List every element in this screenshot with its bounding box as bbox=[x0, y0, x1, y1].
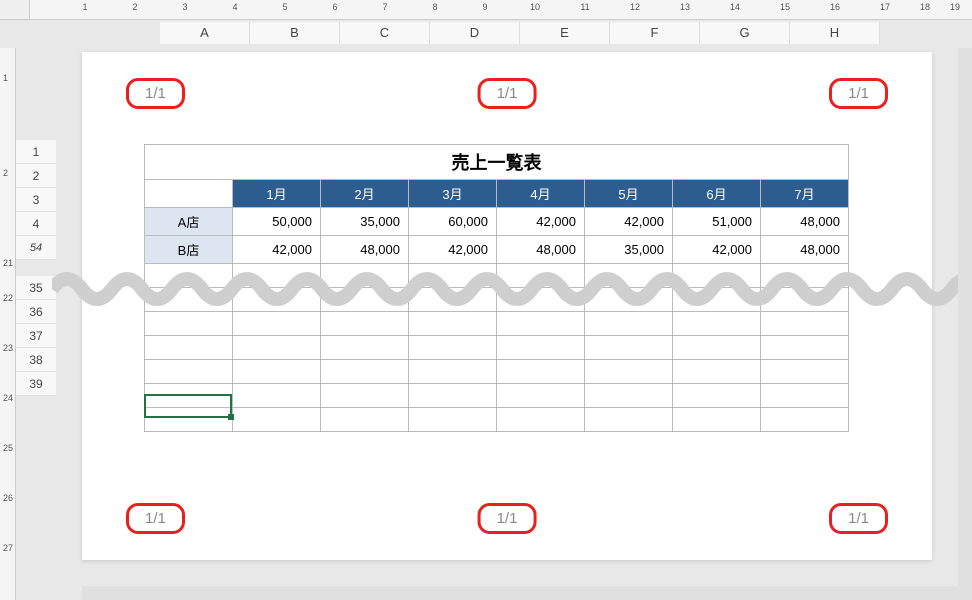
month-header[interactable]: 2月 bbox=[321, 180, 409, 208]
cell[interactable]: 48,000 bbox=[497, 236, 585, 264]
month-header[interactable]: 3月 bbox=[409, 180, 497, 208]
cell[interactable]: 50,000 bbox=[233, 208, 321, 236]
row-header[interactable]: 39 bbox=[16, 372, 56, 396]
cell[interactable]: 48,000 bbox=[321, 236, 409, 264]
vertical-ruler: 1 2 21 22 23 24 25 26 27 bbox=[0, 48, 16, 600]
month-header[interactable]: 7月 bbox=[761, 180, 849, 208]
ruler-tick: 3 bbox=[182, 2, 187, 12]
ruler-vtick: 21 bbox=[3, 258, 13, 268]
cell[interactable]: 48,000 bbox=[761, 236, 849, 264]
month-header[interactable]: 6月 bbox=[673, 180, 761, 208]
select-all-corner[interactable] bbox=[0, 0, 30, 20]
ruler-tick: 6 bbox=[332, 2, 337, 12]
ruler-tick: 18 bbox=[920, 2, 930, 12]
ruler-vtick: 24 bbox=[3, 393, 13, 403]
month-header[interactable]: 1月 bbox=[233, 180, 321, 208]
cell[interactable]: 48,000 bbox=[761, 208, 849, 236]
ruler-tick: 15 bbox=[780, 2, 790, 12]
ruler-tick: 19 bbox=[950, 2, 960, 12]
cell[interactable]: 42,000 bbox=[585, 208, 673, 236]
header-left[interactable]: 1/1 bbox=[126, 78, 185, 109]
ruler-tick: 11 bbox=[580, 2, 589, 12]
ruler-tick: 13 bbox=[680, 2, 690, 12]
ruler-tick: 14 bbox=[730, 2, 740, 12]
col-header-a[interactable]: A bbox=[160, 22, 250, 44]
ruler-tick: 4 bbox=[232, 2, 237, 12]
cell[interactable]: 42,000 bbox=[497, 208, 585, 236]
ruler-vtick: 22 bbox=[3, 293, 13, 303]
cell[interactable]: 35,000 bbox=[321, 208, 409, 236]
row-header[interactable]: 35 bbox=[16, 276, 56, 300]
col-header-e[interactable]: E bbox=[520, 22, 610, 44]
footer-left[interactable]: 1/1 bbox=[126, 503, 185, 534]
ruler-tick: 9 bbox=[482, 2, 487, 12]
store-name[interactable]: A店 bbox=[145, 208, 233, 236]
vertical-scrollbar[interactable] bbox=[958, 48, 972, 586]
ruler-vtick: 2 bbox=[3, 168, 8, 178]
header-center[interactable]: 1/1 bbox=[478, 78, 537, 109]
sales-table[interactable]: 売上一覧表 1月 2月 3月 4月 5月 6月 7月 A店 50,000 35,… bbox=[144, 144, 849, 432]
col-header-c[interactable]: C bbox=[340, 22, 430, 44]
row-header[interactable]: 36 bbox=[16, 300, 56, 324]
cell[interactable]: 42,000 bbox=[409, 236, 497, 264]
table-title[interactable]: 売上一覧表 bbox=[145, 145, 849, 180]
table-corner[interactable] bbox=[145, 180, 233, 208]
cell[interactable]: 42,000 bbox=[233, 236, 321, 264]
row-header[interactable]: 3 bbox=[16, 188, 56, 212]
page-layout-sheet[interactable]: 1/1 1/1 1/1 1/1 1/1 1/1 売上一覧表 1月 2月 3月 4… bbox=[82, 52, 932, 560]
row-header[interactable]: 37 bbox=[16, 324, 56, 348]
cell[interactable]: 42,000 bbox=[673, 236, 761, 264]
ruler-vtick: 25 bbox=[3, 443, 13, 453]
row-header[interactable]: 2 bbox=[16, 164, 56, 188]
col-header-d[interactable]: D bbox=[430, 22, 520, 44]
row-headers: 1 2 3 4 54 35 36 37 38 39 bbox=[16, 48, 56, 600]
ruler-tick: 12 bbox=[630, 2, 640, 12]
column-headers: A B C D E F G H bbox=[30, 22, 972, 44]
store-name[interactable]: B店 bbox=[145, 236, 233, 264]
ruler-tick: 8 bbox=[432, 2, 437, 12]
ruler-tick: 2 bbox=[132, 2, 137, 12]
ruler-tick: 1 bbox=[82, 2, 87, 12]
col-header-h[interactable]: H bbox=[790, 22, 880, 44]
col-header-b[interactable]: B bbox=[250, 22, 340, 44]
ruler-vtick: 27 bbox=[3, 543, 13, 553]
ruler-tick: 10 bbox=[530, 2, 540, 12]
row-header[interactable]: 1 bbox=[16, 140, 56, 164]
cell[interactable]: 51,000 bbox=[673, 208, 761, 236]
row-header[interactable]: 4 bbox=[16, 212, 56, 236]
col-header-f[interactable]: F bbox=[610, 22, 700, 44]
month-header[interactable]: 4月 bbox=[497, 180, 585, 208]
ruler-vtick: 1 bbox=[3, 73, 8, 83]
cell[interactable]: 35,000 bbox=[585, 236, 673, 264]
ruler-vtick: 23 bbox=[3, 343, 13, 353]
ruler-vtick: 26 bbox=[3, 493, 13, 503]
ruler-tick: 17 bbox=[880, 2, 890, 12]
footer-right[interactable]: 1/1 bbox=[829, 503, 888, 534]
ruler-tick: 7 bbox=[382, 2, 387, 12]
horizontal-scrollbar[interactable] bbox=[82, 586, 972, 600]
month-header[interactable]: 5月 bbox=[585, 180, 673, 208]
horizontal-ruler: 1 2 3 4 5 6 7 8 9 10 11 12 13 14 15 16 1… bbox=[30, 0, 972, 20]
cell[interactable]: 60,000 bbox=[409, 208, 497, 236]
ruler-tick: 16 bbox=[830, 2, 840, 12]
row-header[interactable]: 38 bbox=[16, 348, 56, 372]
header-right[interactable]: 1/1 bbox=[829, 78, 888, 109]
row-header[interactable]: 54 bbox=[16, 236, 56, 260]
footer-center[interactable]: 1/1 bbox=[478, 503, 537, 534]
col-header-g[interactable]: G bbox=[700, 22, 790, 44]
ruler-tick: 5 bbox=[282, 2, 287, 12]
